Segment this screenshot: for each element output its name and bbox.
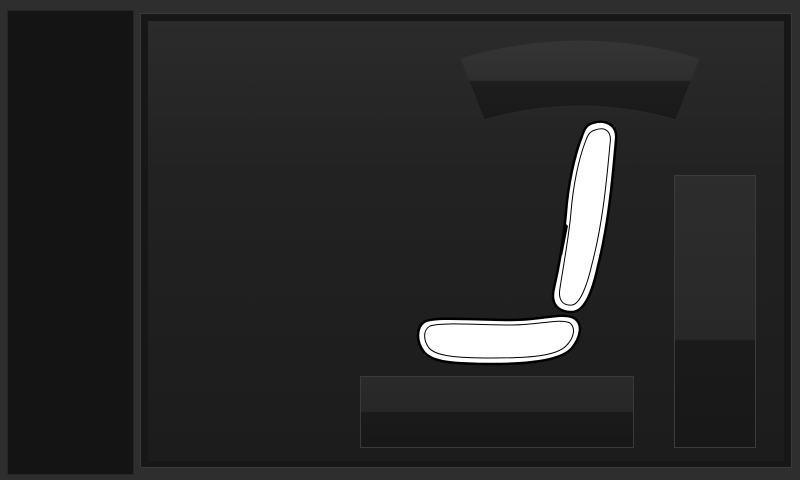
app-window [0,0,800,480]
seat-base-adjust-button[interactable] [360,376,634,448]
car-seat-icon [416,120,618,366]
sidebar-panel [7,10,134,475]
seat-cushion-icon [416,314,582,366]
seat-height-adjust-button[interactable] [674,175,756,448]
headrest-arc-icon [459,39,701,121]
seat-backrest-icon [551,120,618,314]
headrest-adjust-button[interactable] [458,32,702,124]
